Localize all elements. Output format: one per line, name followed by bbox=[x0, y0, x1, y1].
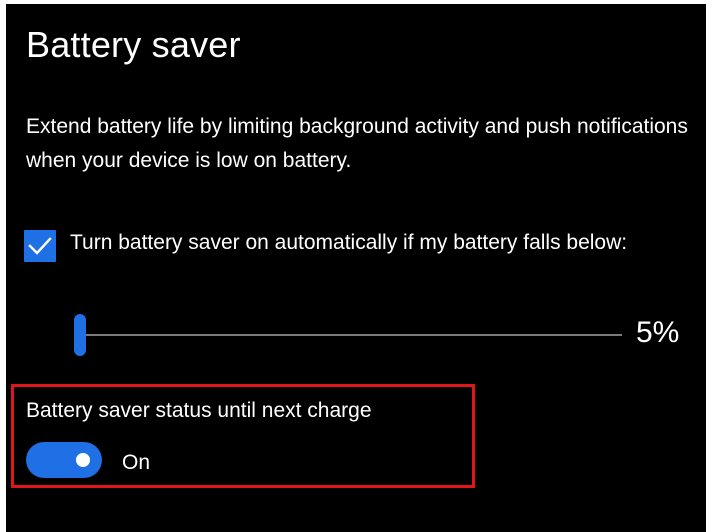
battery-threshold-slider[interactable] bbox=[74, 314, 622, 358]
toggle-state-label: On bbox=[122, 451, 151, 474]
slider-track[interactable] bbox=[80, 334, 622, 336]
auto-enable-checkbox[interactable] bbox=[24, 230, 56, 262]
auto-enable-label[interactable]: Turn battery saver on automatically if m… bbox=[70, 226, 690, 260]
slider-value-label: 5% bbox=[636, 316, 680, 349]
checkmark-icon bbox=[28, 237, 52, 255]
toggle-knob bbox=[76, 453, 90, 467]
page-title: Battery saver bbox=[26, 24, 241, 65]
status-label: Battery saver status until next charge bbox=[26, 399, 372, 422]
slider-thumb[interactable] bbox=[74, 314, 86, 356]
page-description: Extend battery life by limiting backgrou… bbox=[26, 115, 688, 172]
battery-saver-panel: Battery saver Extend battery life by lim… bbox=[6, 4, 706, 532]
battery-saver-toggle[interactable] bbox=[26, 442, 102, 478]
